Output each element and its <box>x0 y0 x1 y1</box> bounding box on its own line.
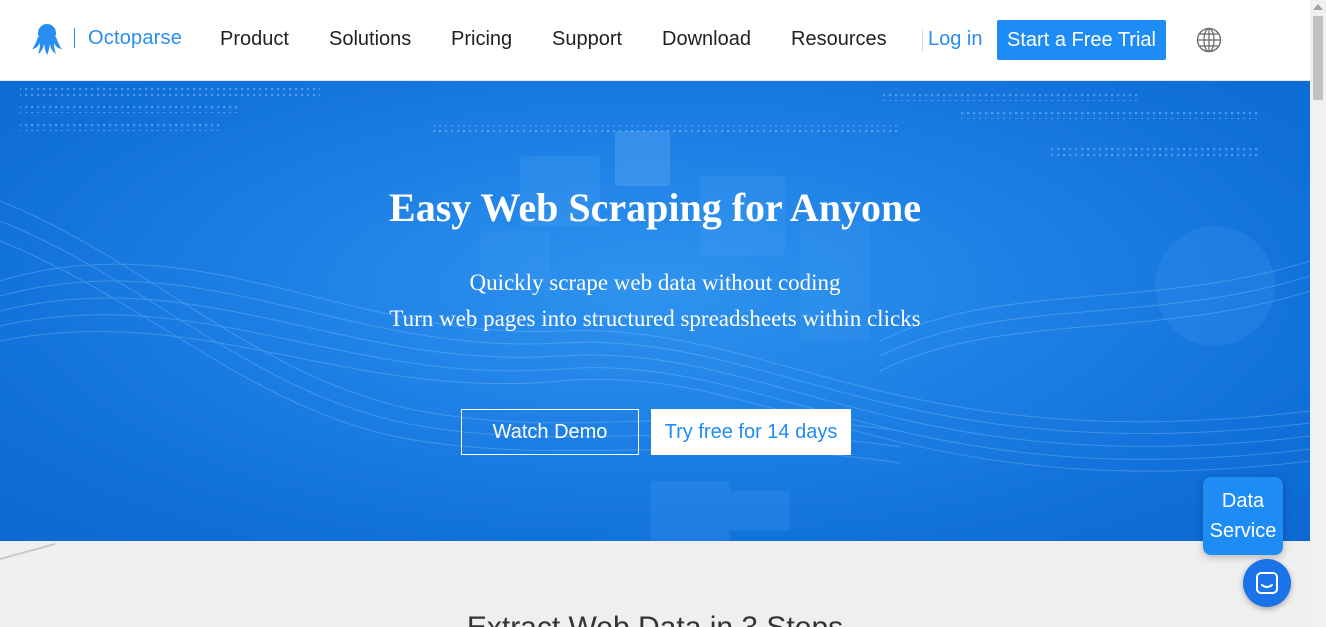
scroll-up-arrow-icon[interactable] <box>1313 4 1323 10</box>
logo-divider <box>74 28 75 48</box>
hero-banner: Easy Web Scraping for Anyone Quickly scr… <box>0 81 1310 541</box>
start-free-trial-button[interactable]: Start a Free Trial <box>997 20 1166 60</box>
nav-solutions[interactable]: Solutions <box>329 28 411 51</box>
nav-support[interactable]: Support <box>552 28 622 51</box>
globe-icon[interactable] <box>1196 27 1222 53</box>
login-link[interactable]: Log in <box>928 28 983 51</box>
section-accent-line <box>0 543 56 560</box>
watch-demo-button[interactable]: Watch Demo <box>461 409 639 455</box>
steps-section-title: Extract Web Data in 3 Steps <box>0 611 1310 627</box>
chat-icon <box>1256 572 1278 594</box>
data-service-label-line-2: Service <box>1209 520 1277 542</box>
steps-section: Extract Web Data in 3 Steps <box>0 541 1310 627</box>
data-service-label-line-1: Data <box>1221 490 1265 512</box>
nav-download[interactable]: Download <box>662 28 751 51</box>
nav-pricing[interactable]: Pricing <box>451 28 512 51</box>
octopus-logo-icon[interactable] <box>30 22 64 56</box>
hero-subtitle-line-2: Turn web pages into structured spreadshe… <box>389 306 921 331</box>
hero-title: Easy Web Scraping for Anyone <box>389 185 921 230</box>
brand-name[interactable]: Octoparse <box>88 27 182 50</box>
data-service-button[interactable]: Data Service <box>1203 477 1283 555</box>
site-header: Octoparse Product Solutions Pricing Supp… <box>0 0 1310 81</box>
nav-product[interactable]: Product <box>220 28 289 51</box>
try-free-button[interactable]: Try free for 14 days <box>651 409 851 455</box>
chat-launcher-button[interactable] <box>1243 559 1291 607</box>
scrollbar-thumb[interactable] <box>1313 16 1323 100</box>
nav-resources[interactable]: Resources <box>791 28 887 51</box>
hero-subtitle-line-1: Quickly scrape web data without coding <box>469 270 841 295</box>
nav-divider <box>922 30 923 52</box>
